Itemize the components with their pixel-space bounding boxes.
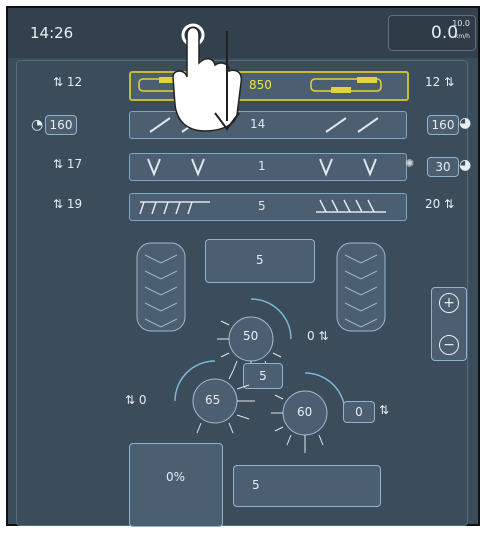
tank-gauge: 0% bbox=[129, 443, 223, 527]
implement-panel: ⇅ 12 850 12 ⇅ ◔ 160 14 160 ◕ ⇅ 17 1 ✺ 30… bbox=[16, 23, 472, 527]
arrows-updown-icon: ⇅ bbox=[440, 197, 455, 211]
arrows-updown-icon: ⇅ bbox=[379, 403, 390, 417]
disc-left-box[interactable]: 160 bbox=[45, 115, 77, 135]
gear-icon: ✺ bbox=[405, 157, 415, 170]
arrows-updown-icon: ⇅ bbox=[53, 75, 67, 89]
tines-left-label: ⇅ 12 bbox=[53, 75, 83, 89]
harrow-left-label: ⇅ 19 bbox=[53, 197, 83, 211]
left-tire-icon bbox=[136, 242, 186, 332]
center-top-box[interactable]: 5 bbox=[205, 239, 315, 283]
coulter-right-box[interactable]: 30 bbox=[427, 157, 459, 177]
plus-icon[interactable]: + bbox=[439, 293, 459, 313]
clock: 14:26 bbox=[30, 24, 74, 42]
rotor-left-value: 65 bbox=[205, 393, 221, 407]
row-harrow[interactable]: 5 bbox=[129, 193, 407, 221]
rotor-left-label: ⇅ 0 bbox=[125, 393, 147, 407]
tines-right-label: 12 ⇅ bbox=[425, 75, 455, 89]
harrow-graphic bbox=[139, 199, 386, 215]
roller-box[interactable]: 5 bbox=[233, 465, 381, 507]
minus-icon[interactable]: − bbox=[439, 335, 459, 355]
speed-max: 10.0 bbox=[452, 19, 470, 28]
speed-readout: 0.0 10.0 km/h bbox=[388, 15, 476, 51]
rotor-top-label: 0 ⇅ bbox=[307, 329, 329, 343]
coulter-left-label: ⇅ 17 bbox=[53, 157, 83, 171]
machine-display: 14:26 0.0 10.0 km/h ⇅ 12 850 12 ⇅ ◔ 160 bbox=[6, 6, 480, 527]
arrows-updown-icon: ⇅ bbox=[440, 75, 455, 89]
coulter-graphic bbox=[147, 158, 377, 177]
rotor-right-value: 60 bbox=[297, 405, 313, 419]
harrow-value: 5 bbox=[258, 199, 266, 213]
gauge-icon: ◕ bbox=[459, 115, 472, 131]
gauge-icon: ◔ bbox=[31, 117, 44, 133]
row-coulter[interactable]: 1 bbox=[129, 153, 407, 181]
arrows-updown-icon: ⇅ bbox=[314, 329, 329, 343]
speed-unit: km/h bbox=[454, 33, 470, 40]
arrows-updown-icon: ⇅ bbox=[125, 393, 139, 407]
gauge-icon: ◕ bbox=[459, 157, 472, 173]
disc-right-box[interactable]: 160 bbox=[427, 115, 459, 135]
arrows-updown-icon: ⇅ bbox=[53, 157, 67, 171]
harrow-right-label: 20 ⇅ bbox=[425, 197, 455, 211]
arrows-updown-icon: ⇅ bbox=[53, 197, 67, 211]
rotor-top-value: 50 bbox=[243, 329, 259, 343]
rotor-right-box[interactable]: 0 bbox=[343, 401, 375, 423]
coulter-value: 1 bbox=[258, 159, 266, 173]
right-tire-icon bbox=[336, 242, 386, 332]
hand-pointer-icon bbox=[172, 23, 243, 132]
